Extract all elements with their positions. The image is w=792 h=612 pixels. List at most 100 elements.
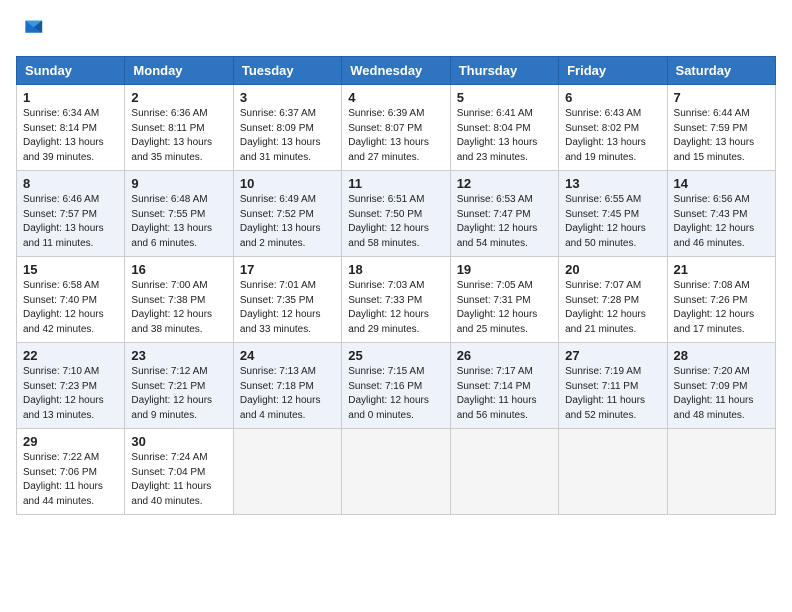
day-info: Sunrise: 6:56 AMSunset: 7:43 PMDaylight:…: [674, 194, 755, 249]
day-of-week-header: Saturday: [667, 57, 775, 85]
calendar-cell: 4 Sunrise: 6:39 AMSunset: 8:07 PMDayligh…: [342, 85, 450, 171]
calendar-week-row: 8 Sunrise: 6:46 AMSunset: 7:57 PMDayligh…: [17, 171, 776, 257]
day-number: 26: [457, 348, 552, 363]
logo: [16, 16, 48, 44]
calendar-cell: 15 Sunrise: 6:58 AMSunset: 7:40 PMDaylig…: [17, 257, 125, 343]
day-number: 13: [565, 176, 660, 191]
day-info: Sunrise: 6:34 AMSunset: 8:14 PMDaylight:…: [23, 108, 104, 163]
calendar-cell: 9 Sunrise: 6:48 AMSunset: 7:55 PMDayligh…: [125, 171, 233, 257]
day-info: Sunrise: 7:24 AMSunset: 7:04 PMDaylight:…: [131, 452, 211, 507]
day-info: Sunrise: 6:44 AMSunset: 7:59 PMDaylight:…: [674, 108, 755, 163]
calendar-cell: 8 Sunrise: 6:46 AMSunset: 7:57 PMDayligh…: [17, 171, 125, 257]
day-info: Sunrise: 6:39 AMSunset: 8:07 PMDaylight:…: [348, 108, 429, 163]
day-info: Sunrise: 7:03 AMSunset: 7:33 PMDaylight:…: [348, 280, 429, 335]
day-info: Sunrise: 6:41 AMSunset: 8:04 PMDaylight:…: [457, 108, 538, 163]
day-number: 23: [131, 348, 226, 363]
calendar-week-row: 15 Sunrise: 6:58 AMSunset: 7:40 PMDaylig…: [17, 257, 776, 343]
day-info: Sunrise: 7:01 AMSunset: 7:35 PMDaylight:…: [240, 280, 321, 335]
day-info: Sunrise: 7:17 AMSunset: 7:14 PMDaylight:…: [457, 366, 537, 421]
calendar-cell: 3 Sunrise: 6:37 AMSunset: 8:09 PMDayligh…: [233, 85, 341, 171]
day-info: Sunrise: 6:53 AMSunset: 7:47 PMDaylight:…: [457, 194, 538, 249]
day-info: Sunrise: 6:55 AMSunset: 7:45 PMDaylight:…: [565, 194, 646, 249]
day-number: 3: [240, 90, 335, 105]
day-of-week-header: Wednesday: [342, 57, 450, 85]
calendar-cell: 12 Sunrise: 6:53 AMSunset: 7:47 PMDaylig…: [450, 171, 558, 257]
day-number: 22: [23, 348, 118, 363]
day-info: Sunrise: 6:37 AMSunset: 8:09 PMDaylight:…: [240, 108, 321, 163]
day-info: Sunrise: 7:20 AMSunset: 7:09 PMDaylight:…: [674, 366, 754, 421]
day-info: Sunrise: 7:00 AMSunset: 7:38 PMDaylight:…: [131, 280, 212, 335]
day-number: 30: [131, 434, 226, 449]
day-info: Sunrise: 7:07 AMSunset: 7:28 PMDaylight:…: [565, 280, 646, 335]
day-info: Sunrise: 7:10 AMSunset: 7:23 PMDaylight:…: [23, 366, 104, 421]
calendar-cell: 19 Sunrise: 7:05 AMSunset: 7:31 PMDaylig…: [450, 257, 558, 343]
day-of-week-header: Tuesday: [233, 57, 341, 85]
calendar-cell: 2 Sunrise: 6:36 AMSunset: 8:11 PMDayligh…: [125, 85, 233, 171]
day-number: 1: [23, 90, 118, 105]
day-of-week-header: Friday: [559, 57, 667, 85]
day-info: Sunrise: 6:48 AMSunset: 7:55 PMDaylight:…: [131, 194, 212, 249]
calendar-cell: 21 Sunrise: 7:08 AMSunset: 7:26 PMDaylig…: [667, 257, 775, 343]
calendar-cell: [342, 429, 450, 515]
day-number: 21: [674, 262, 769, 277]
calendar-table: SundayMondayTuesdayWednesdayThursdayFrid…: [16, 56, 776, 515]
day-number: 17: [240, 262, 335, 277]
calendar-cell: 23 Sunrise: 7:12 AMSunset: 7:21 PMDaylig…: [125, 343, 233, 429]
day-number: 15: [23, 262, 118, 277]
day-info: Sunrise: 6:36 AMSunset: 8:11 PMDaylight:…: [131, 108, 212, 163]
day-number: 14: [674, 176, 769, 191]
day-number: 29: [23, 434, 118, 449]
day-of-week-header: Thursday: [450, 57, 558, 85]
day-info: Sunrise: 6:51 AMSunset: 7:50 PMDaylight:…: [348, 194, 429, 249]
day-number: 6: [565, 90, 660, 105]
calendar-cell: [233, 429, 341, 515]
calendar-cell: 6 Sunrise: 6:43 AMSunset: 8:02 PMDayligh…: [559, 85, 667, 171]
calendar-cell: 17 Sunrise: 7:01 AMSunset: 7:35 PMDaylig…: [233, 257, 341, 343]
day-number: 10: [240, 176, 335, 191]
calendar-cell: [559, 429, 667, 515]
day-number: 19: [457, 262, 552, 277]
calendar-cell: 24 Sunrise: 7:13 AMSunset: 7:18 PMDaylig…: [233, 343, 341, 429]
day-number: 20: [565, 262, 660, 277]
day-number: 16: [131, 262, 226, 277]
day-number: 9: [131, 176, 226, 191]
calendar-cell: 7 Sunrise: 6:44 AMSunset: 7:59 PMDayligh…: [667, 85, 775, 171]
calendar-cell: 22 Sunrise: 7:10 AMSunset: 7:23 PMDaylig…: [17, 343, 125, 429]
day-number: 7: [674, 90, 769, 105]
day-info: Sunrise: 6:46 AMSunset: 7:57 PMDaylight:…: [23, 194, 104, 249]
calendar-cell: 13 Sunrise: 6:55 AMSunset: 7:45 PMDaylig…: [559, 171, 667, 257]
calendar-cell: [667, 429, 775, 515]
day-info: Sunrise: 7:19 AMSunset: 7:11 PMDaylight:…: [565, 366, 645, 421]
day-number: 24: [240, 348, 335, 363]
day-info: Sunrise: 6:49 AMSunset: 7:52 PMDaylight:…: [240, 194, 321, 249]
calendar-cell: 18 Sunrise: 7:03 AMSunset: 7:33 PMDaylig…: [342, 257, 450, 343]
calendar-cell: 26 Sunrise: 7:17 AMSunset: 7:14 PMDaylig…: [450, 343, 558, 429]
calendar-cell: 27 Sunrise: 7:19 AMSunset: 7:11 PMDaylig…: [559, 343, 667, 429]
day-number: 27: [565, 348, 660, 363]
day-number: 18: [348, 262, 443, 277]
day-of-week-header: Sunday: [17, 57, 125, 85]
day-info: Sunrise: 7:12 AMSunset: 7:21 PMDaylight:…: [131, 366, 212, 421]
calendar-cell: 30 Sunrise: 7:24 AMSunset: 7:04 PMDaylig…: [125, 429, 233, 515]
calendar-week-row: 22 Sunrise: 7:10 AMSunset: 7:23 PMDaylig…: [17, 343, 776, 429]
day-info: Sunrise: 7:13 AMSunset: 7:18 PMDaylight:…: [240, 366, 321, 421]
day-info: Sunrise: 7:08 AMSunset: 7:26 PMDaylight:…: [674, 280, 755, 335]
calendar-header-row: SundayMondayTuesdayWednesdayThursdayFrid…: [17, 57, 776, 85]
calendar-cell: 20 Sunrise: 7:07 AMSunset: 7:28 PMDaylig…: [559, 257, 667, 343]
day-info: Sunrise: 7:15 AMSunset: 7:16 PMDaylight:…: [348, 366, 429, 421]
day-number: 2: [131, 90, 226, 105]
calendar-cell: 14 Sunrise: 6:56 AMSunset: 7:43 PMDaylig…: [667, 171, 775, 257]
calendar-week-row: 29 Sunrise: 7:22 AMSunset: 7:06 PMDaylig…: [17, 429, 776, 515]
calendar-cell: 25 Sunrise: 7:15 AMSunset: 7:16 PMDaylig…: [342, 343, 450, 429]
calendar-cell: 16 Sunrise: 7:00 AMSunset: 7:38 PMDaylig…: [125, 257, 233, 343]
day-number: 4: [348, 90, 443, 105]
day-number: 11: [348, 176, 443, 191]
day-number: 8: [23, 176, 118, 191]
page-header: [16, 16, 776, 44]
day-number: 12: [457, 176, 552, 191]
logo-icon: [16, 16, 44, 44]
day-number: 5: [457, 90, 552, 105]
calendar-week-row: 1 Sunrise: 6:34 AMSunset: 8:14 PMDayligh…: [17, 85, 776, 171]
calendar-cell: 29 Sunrise: 7:22 AMSunset: 7:06 PMDaylig…: [17, 429, 125, 515]
day-info: Sunrise: 6:58 AMSunset: 7:40 PMDaylight:…: [23, 280, 104, 335]
